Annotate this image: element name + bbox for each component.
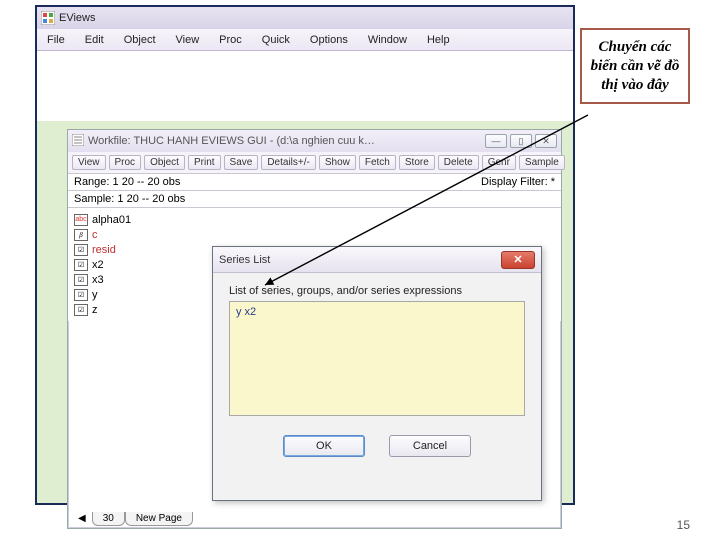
annotation-callout: Chuyển các biến cần vẽ đồ thị vào đây xyxy=(580,28,690,104)
list-item[interactable]: abc alpha01 xyxy=(74,212,555,227)
dialog-label: List of series, groups, and/or series ex… xyxy=(229,285,525,297)
range-text: Range: 1 20 -- 20 obs xyxy=(74,176,180,188)
tool-save[interactable]: Save xyxy=(224,155,259,170)
app-window: EViews File Edit Object View Proc Quick … xyxy=(35,5,575,505)
workfile-titlebar: Workfile: THUC HANH EVIEWS GUI - (d:\a n… xyxy=(68,130,561,152)
sample-text: Sample: 1 20 -- 20 obs xyxy=(74,193,185,205)
tool-object[interactable]: Object xyxy=(144,155,185,170)
tab-newpage[interactable]: New Page xyxy=(125,512,193,526)
menu-quick[interactable]: Quick xyxy=(252,34,300,46)
workfile-range-row: Range: 1 20 -- 20 obs Display Filter: * xyxy=(68,174,561,191)
close-button[interactable]: ✕ xyxy=(535,134,557,148)
series-icon: ☑ xyxy=(74,304,88,316)
series-icon: ☑ xyxy=(74,244,88,256)
app-title: EViews xyxy=(59,12,95,24)
tool-proc[interactable]: Proc xyxy=(109,155,142,170)
workfile-toolbar: View Proc Object Print Save Details+/- S… xyxy=(68,152,561,174)
var-label: x2 xyxy=(92,259,104,271)
page-number: 15 xyxy=(677,518,690,532)
var-label: y xyxy=(92,289,98,301)
minimize-button[interactable]: — xyxy=(485,134,507,148)
series-icon: ☑ xyxy=(74,274,88,286)
tool-details[interactable]: Details+/- xyxy=(261,155,316,170)
var-label: x3 xyxy=(92,274,104,286)
dialog-close-button[interactable]: ✕ xyxy=(501,251,535,269)
list-item[interactable]: βc xyxy=(74,227,555,242)
tool-show[interactable]: Show xyxy=(319,155,356,170)
menu-help[interactable]: Help xyxy=(417,34,460,46)
ok-button[interactable]: OK xyxy=(283,435,365,457)
tool-store[interactable]: Store xyxy=(399,155,435,170)
series-list-dialog: Series List ✕ List of series, groups, an… xyxy=(212,246,542,501)
app-icon xyxy=(41,11,55,25)
tool-view[interactable]: View xyxy=(72,155,106,170)
series-icon: ☑ xyxy=(74,289,88,301)
client-area: Workfile: THUC HANH EVIEWS GUI - (d:\a n… xyxy=(37,51,573,503)
menu-proc[interactable]: Proc xyxy=(209,34,252,46)
workfile-icon xyxy=(72,134,84,149)
menu-edit[interactable]: Edit xyxy=(75,34,114,46)
series-list-input[interactable] xyxy=(229,301,525,416)
tool-fetch[interactable]: Fetch xyxy=(359,155,396,170)
workfile-title: Workfile: THUC HANH EVIEWS GUI - (d:\a n… xyxy=(88,135,375,147)
menu-options[interactable]: Options xyxy=(300,34,358,46)
var-label: z xyxy=(92,304,98,316)
var-label: resid xyxy=(92,244,116,256)
menu-window[interactable]: Window xyxy=(358,34,417,46)
dialog-titlebar: Series List ✕ xyxy=(213,247,541,273)
workfile-tabs: ◀ 30 New Page xyxy=(72,512,193,526)
menubar: File Edit Object View Proc Quick Options… xyxy=(37,29,573,51)
series-icon: ☑ xyxy=(74,259,88,271)
app-titlebar: EViews xyxy=(37,7,573,29)
cancel-button[interactable]: Cancel xyxy=(389,435,471,457)
var-label: c xyxy=(92,229,98,241)
tab-page[interactable]: 30 xyxy=(92,512,125,526)
tool-delete[interactable]: Delete xyxy=(438,155,479,170)
maximize-button[interactable]: ▯ xyxy=(510,134,532,148)
coef-icon: β xyxy=(74,229,88,241)
var-label: alpha01 xyxy=(92,214,131,226)
workfile-sample-row: Sample: 1 20 -- 20 obs xyxy=(68,191,561,208)
tool-sample[interactable]: Sample xyxy=(519,155,565,170)
alpha-icon: abc xyxy=(74,214,88,226)
menu-view[interactable]: View xyxy=(166,34,210,46)
dialog-body: List of series, groups, and/or series ex… xyxy=(213,273,541,469)
tool-print[interactable]: Print xyxy=(188,155,221,170)
display-filter: Display Filter: * xyxy=(481,176,555,188)
tool-genr[interactable]: Genr xyxy=(482,155,516,170)
tab-arrow-left[interactable]: ◀ xyxy=(72,512,92,526)
menu-file[interactable]: File xyxy=(37,34,75,46)
menu-object[interactable]: Object xyxy=(114,34,166,46)
dialog-title: Series List xyxy=(219,254,270,266)
